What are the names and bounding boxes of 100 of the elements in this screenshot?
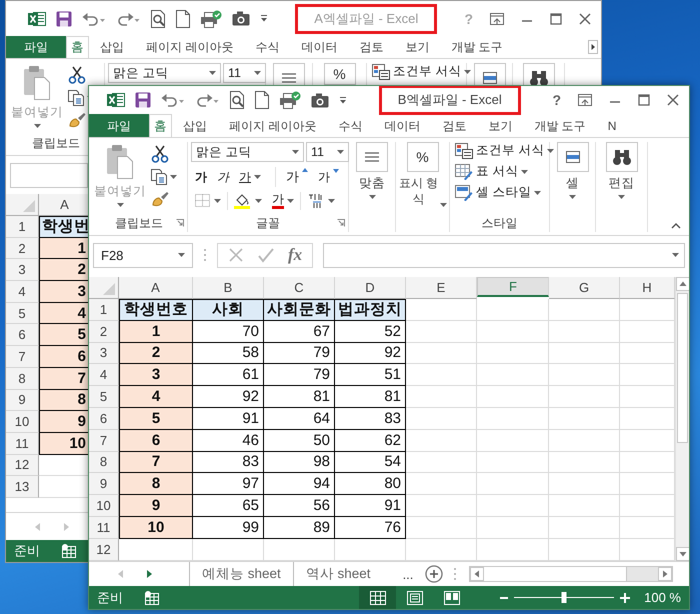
ribbon-tab[interactable]: 검토 bbox=[431, 114, 478, 137]
save-icon[interactable] bbox=[135, 92, 151, 108]
ribbon-tab[interactable]: N bbox=[596, 114, 628, 137]
ribbon-tab[interactable]: 홈 bbox=[149, 114, 172, 137]
column-header[interactable]: G bbox=[549, 277, 620, 299]
dialog-launcher-icon[interactable] bbox=[337, 219, 345, 227]
table-cell bbox=[620, 430, 675, 452]
scroll-left-icon[interactable] bbox=[470, 567, 484, 581]
column-header[interactable]: F bbox=[477, 277, 549, 297]
cut-icon[interactable] bbox=[68, 66, 86, 84]
vertical-scrollbar[interactable] bbox=[675, 277, 689, 561]
collapse-ribbon-icon[interactable] bbox=[671, 223, 681, 229]
caret-icon[interactable] bbox=[170, 175, 177, 179]
underline-button[interactable]: 가 bbox=[235, 168, 265, 186]
printer-icon[interactable] bbox=[279, 91, 301, 109]
dialog-launcher-icon[interactable] bbox=[176, 219, 184, 227]
scroll-up-icon[interactable] bbox=[676, 277, 689, 291]
row-header[interactable]: 5 bbox=[89, 386, 119, 408]
ribbon-tab[interactable]: 보기 bbox=[477, 114, 524, 137]
row-header[interactable]: 12 bbox=[89, 538, 119, 561]
row-header[interactable]: 10 bbox=[89, 495, 119, 517]
cut-icon[interactable] bbox=[151, 145, 169, 163]
undo-icon[interactable] bbox=[161, 93, 185, 107]
table-cell bbox=[620, 386, 675, 408]
print-preview-icon[interactable] bbox=[229, 91, 245, 109]
row-header[interactable]: 4 bbox=[89, 364, 119, 386]
table-cell: 97 bbox=[193, 473, 264, 496]
row-header[interactable]: 7 bbox=[89, 430, 119, 452]
horizontal-scrollbar[interactable] bbox=[469, 566, 673, 582]
table-cell: 법과정치 bbox=[335, 299, 406, 321]
row-header[interactable]: 6 bbox=[89, 408, 119, 430]
scrollbar-thumb[interactable] bbox=[484, 567, 627, 581]
font-size-dropdown[interactable]: 11 bbox=[223, 63, 266, 83]
close-icon[interactable] bbox=[667, 94, 679, 106]
table-cell bbox=[477, 364, 549, 386]
insert-function-button[interactable]: fx bbox=[288, 245, 302, 265]
bold-button[interactable]: 가 bbox=[191, 168, 211, 186]
ribbon-tab[interactable]: 수식 bbox=[327, 114, 374, 137]
maximize-icon[interactable] bbox=[638, 94, 650, 106]
editing-button[interactable]: 편집 bbox=[599, 142, 644, 214]
format-painter-icon[interactable] bbox=[151, 191, 169, 207]
zoom-in-icon[interactable] bbox=[620, 592, 630, 602]
row-header[interactable]: 2 bbox=[89, 320, 119, 343]
row-header[interactable]: 11 bbox=[89, 516, 119, 539]
zoom-level[interactable]: 100 % bbox=[644, 590, 681, 605]
ribbon-display-icon[interactable] bbox=[578, 94, 592, 106]
add-sheet-icon[interactable] bbox=[425, 565, 444, 583]
scrollbar-thumb[interactable] bbox=[677, 293, 688, 443]
macro-record-icon[interactable] bbox=[145, 590, 159, 604]
grow-font-button[interactable]: 가 bbox=[275, 167, 312, 187]
format-painter-icon[interactable] bbox=[68, 112, 86, 128]
table-cell: 91 bbox=[193, 408, 264, 430]
column-header[interactable]: A bbox=[119, 277, 193, 299]
formula-input[interactable] bbox=[323, 242, 685, 268]
ribbon-tab[interactable]: 개발 도구 bbox=[523, 114, 597, 137]
spreadsheet-logo-icon[interactable] bbox=[107, 92, 125, 108]
row-header[interactable]: 1 bbox=[89, 299, 119, 321]
normal-view-button[interactable] bbox=[359, 586, 396, 609]
column-header[interactable]: H bbox=[620, 277, 675, 299]
scroll-down-icon[interactable] bbox=[676, 547, 689, 561]
camera-icon[interactable] bbox=[311, 92, 329, 108]
italic-button[interactable]: 가 bbox=[213, 168, 233, 186]
number-format-button[interactable]: % 표시 형식 bbox=[399, 142, 446, 214]
conditional-format-button[interactable]: 조건부 서식 bbox=[453, 142, 556, 159]
name-box[interactable]: F28 bbox=[93, 242, 193, 268]
group-label: 스타일 bbox=[482, 214, 518, 232]
table-cell: 9 bbox=[39, 411, 91, 433]
column-header[interactable]: E bbox=[406, 277, 477, 299]
copy-icon[interactable] bbox=[68, 90, 84, 106]
ribbon-tab[interactable]: 데이터 bbox=[373, 114, 432, 137]
file-tab[interactable]: 파일 bbox=[89, 114, 149, 137]
ribbon-tab[interactable]: 페이지 레이아웃 bbox=[218, 114, 328, 137]
column-header[interactable]: D bbox=[335, 277, 406, 299]
next-sheet-icon[interactable] bbox=[145, 569, 153, 579]
table-cell bbox=[620, 299, 675, 321]
ribbon-tab[interactable]: 삽입 bbox=[172, 114, 218, 137]
help-button[interactable]: ? bbox=[552, 92, 561, 108]
shrink-font-button[interactable]: 가 bbox=[314, 168, 343, 186]
copy-icon[interactable] bbox=[151, 169, 167, 185]
font-dropdown[interactable]: 맑은 고딕 bbox=[108, 63, 221, 83]
customize-caret-icon[interactable] bbox=[339, 96, 347, 104]
table-cell: 58 bbox=[193, 342, 264, 364]
redo-icon[interactable] bbox=[195, 93, 219, 107]
row-header[interactable]: 9 bbox=[89, 473, 119, 496]
column-header[interactable]: C bbox=[264, 277, 335, 299]
table-cell: 81 bbox=[264, 386, 335, 408]
scroll-right-icon[interactable] bbox=[658, 567, 672, 581]
font-dropdown[interactable]: 맑은 고딕 bbox=[191, 142, 304, 162]
column-header[interactable]: B bbox=[193, 277, 264, 299]
cells-icon bbox=[556, 142, 588, 172]
more-sheets-button[interactable]: ... bbox=[402, 566, 414, 582]
font-size-dropdown[interactable]: 11 bbox=[306, 142, 349, 162]
row-header[interactable]: 8 bbox=[89, 452, 119, 474]
slider-thumb[interactable] bbox=[562, 592, 567, 603]
conditional-format-button[interactable]: 조건부 서식 bbox=[370, 63, 474, 80]
caret-icon[interactable] bbox=[672, 253, 679, 257]
new-document-icon[interactable] bbox=[255, 91, 269, 109]
row-header[interactable]: 3 bbox=[89, 342, 119, 364]
font-color-button[interactable]: 가 bbox=[268, 192, 298, 210]
alignment-button[interactable]: 맞춤 bbox=[352, 142, 392, 214]
